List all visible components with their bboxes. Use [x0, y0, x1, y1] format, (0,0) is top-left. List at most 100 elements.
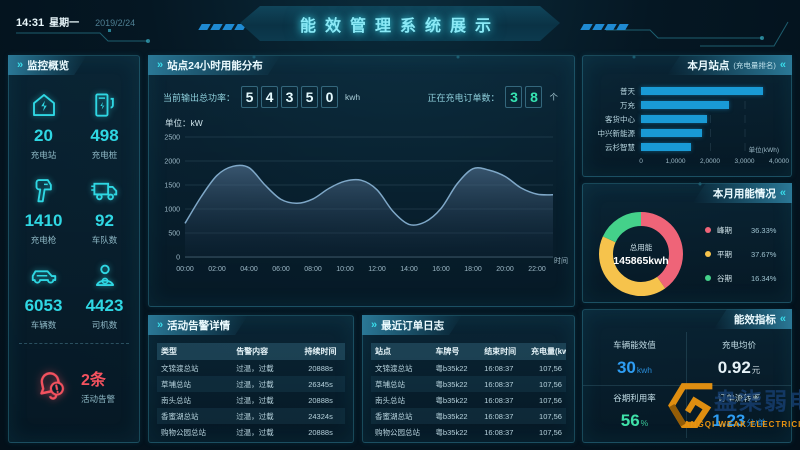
total-output-power-unit: kwh	[345, 92, 360, 102]
table-cell: 107,56	[527, 364, 566, 373]
header-weekday: 星期一	[49, 18, 79, 29]
month-stations-subtitle: (充电量排名)	[733, 60, 776, 71]
legend-name: 谷期	[717, 273, 743, 284]
legend-percent: 16.34%	[751, 274, 776, 283]
energy-donut-zone: 总用能 145865kwh 峰期36.33% 平期 37.67% 谷期 16.34%	[583, 206, 791, 302]
table-header-row: 站点车牌号结束时间充电量(kwh )	[371, 343, 566, 360]
order-log-table: 站点车牌号结束时间充电量(kwh )文锦渡总站粤b35k2216:08:3710…	[371, 343, 566, 440]
legend-item: 峰期36.33%	[705, 225, 776, 236]
banner-stripes-left	[200, 24, 245, 30]
month-energy-header: 本月用能情况 «	[693, 183, 792, 203]
total-energy-label: 总用能	[630, 242, 653, 253]
stat-label: 车队数	[92, 234, 118, 246]
table-cell: 文锦渡总站	[371, 363, 431, 374]
alarm-details-header: » 活动告警详情	[148, 315, 248, 335]
double-arrow-icon: «	[780, 313, 784, 325]
alarm-details-panel: » 活动告警详情 类型告警内容持续时间文锦渡总站过温，过载20888s草埔总站过…	[148, 315, 354, 443]
stat-label: 充电桩	[92, 149, 118, 161]
table-row: 文锦渡总站过温，过载20888s	[157, 360, 345, 376]
month-stations-header: 本月站点 (充电量排名) «	[667, 55, 792, 75]
kpi-unit: 分/单	[746, 418, 765, 428]
bar-track	[641, 129, 779, 137]
kpi-label: 充电均价	[722, 339, 756, 351]
energy-24h-panel: » 站点24小时用能分布 当前输出总功率： 54350 kwh 正在充电订单数：…	[148, 55, 575, 307]
chart-unit-label: 单位：kW	[165, 117, 574, 129]
svg-text:16:00: 16:00	[432, 266, 450, 273]
bar-label: 客货中心	[591, 114, 641, 125]
order-log-title: 最近订单日志	[381, 318, 444, 333]
double-arrow-icon: «	[780, 59, 784, 71]
energy-donut-chart: 总用能 145865kwh	[593, 206, 689, 302]
double-arrow-icon: »	[17, 59, 21, 71]
fleet-truck-icon	[90, 175, 120, 205]
digit-box: 5	[241, 86, 258, 108]
kpi-metric: 车辆能效值 30kwh	[583, 332, 687, 386]
svg-text:18:00: 18:00	[464, 266, 482, 273]
bar-row: 客货中心	[591, 112, 779, 126]
svg-text:20:00: 20:00	[496, 266, 514, 273]
svg-text:12:00: 12:00	[368, 266, 386, 273]
charging-orders-unit: 个	[549, 91, 558, 103]
alarm-count: 2条	[81, 366, 115, 390]
overview-panel-title: 监控概览	[27, 58, 69, 73]
table-row: 草埔总站过温，过载26345s	[157, 376, 345, 392]
bar	[641, 87, 763, 95]
table-cell: 草埔总站	[371, 379, 431, 390]
kpi-label: 车辆能效值	[613, 339, 656, 351]
table-row: 购物公园总站过温，过载20888s	[157, 424, 345, 440]
svg-text:500: 500	[168, 231, 180, 238]
svg-text:08:00: 08:00	[304, 266, 322, 273]
charging-orders-label: 正在充电订单数：	[427, 91, 499, 104]
svg-text:10:00: 10:00	[336, 266, 354, 273]
table-cell: 过温，过载	[232, 411, 296, 422]
kpi-value: 0.92元	[718, 358, 761, 378]
legend-item: 平期 37.67%	[705, 249, 776, 260]
kpi-value: 56%	[621, 411, 648, 431]
bar-axis-tick: 1,0000	[666, 158, 686, 165]
bar-axis: 01,00002,00003,00004,0000	[641, 156, 779, 168]
table-row: 香蜜湖总站过温，过载24324s	[157, 408, 345, 424]
legend-percent: 37.67%	[751, 250, 776, 259]
column-header: 类型	[157, 346, 232, 357]
total-output-power-digits: 54350	[241, 86, 338, 108]
bar-axis-tick: 4,0000	[769, 158, 789, 165]
table-cell: 107,56	[527, 412, 566, 421]
table-cell: 16:08:37	[480, 380, 527, 389]
svg-text:06:00: 06:00	[272, 266, 290, 273]
bar	[641, 129, 702, 137]
page-title: 能效管理系统展示	[300, 12, 500, 36]
order-log-header: » 最近订单日志	[362, 315, 462, 335]
kpi-value: 1.23分/单	[712, 411, 765, 431]
bar-label: 万充	[591, 100, 641, 111]
svg-text:02:00: 02:00	[208, 266, 226, 273]
stat-value: 1410	[25, 211, 63, 231]
table-cell: 香蜜湖总站	[371, 411, 431, 422]
month-energy-panel: 本月用能情况 « 总用能 145865kwh 峰期36.33% 平期 37.67% 谷…	[582, 183, 792, 303]
kpi-unit: 元	[752, 365, 761, 375]
legend-name: 平期	[717, 249, 743, 260]
column-header: 持续时间	[296, 346, 345, 357]
kpi-label: 订单流转率	[718, 392, 761, 404]
digit-box: 5	[301, 86, 318, 108]
donut-center-label: 总用能 145865kwh	[593, 206, 689, 302]
table-cell: 粤b35k22	[431, 395, 480, 406]
kpi-metric: 订单流转率 1.23分/单	[687, 386, 791, 439]
legend-dot-icon	[705, 251, 711, 257]
title-banner: 能效管理系统展示	[240, 6, 560, 41]
table-header-row: 类型告警内容持续时间	[157, 343, 345, 360]
table-cell: 过温，过载	[232, 395, 296, 406]
kpi-unit: %	[641, 418, 649, 428]
svg-text:2000: 2000	[164, 159, 180, 166]
banner-stripes-right	[582, 24, 627, 30]
total-output-power-label: 当前输出总功率：	[163, 91, 235, 104]
table-row: 南头总站粤b35k2216:08:37107,56	[371, 392, 566, 408]
stat-label: 充电站	[31, 149, 57, 161]
svg-text:1500: 1500	[164, 183, 180, 190]
bar-track	[641, 115, 779, 123]
svg-text:00:00: 00:00	[176, 266, 194, 273]
kpi-value: 30kwh	[617, 358, 652, 378]
kpi-panel: 能效指标 « 车辆能效值30kwh充电均价0.92元谷期利用率56%订单流转率1…	[582, 309, 792, 443]
stat-item: 1410充电枪	[13, 175, 74, 246]
stat-item: 92车队数	[74, 175, 135, 246]
alarm-table: 类型告警内容持续时间文锦渡总站过温，过载20888s草埔总站过温，过载26345…	[157, 343, 345, 440]
